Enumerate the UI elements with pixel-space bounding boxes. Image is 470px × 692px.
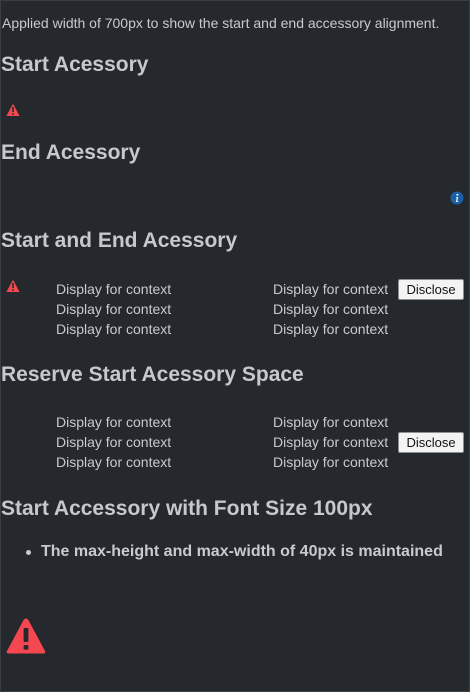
context-cell: Display for context (273, 414, 389, 430)
page-frame (0, 0, 470, 692)
context-cell: Display for context (56, 321, 172, 337)
list-bullet (26, 550, 31, 555)
warning-triangle-icon (6, 618, 46, 654)
context-cell: Display for context (56, 414, 172, 430)
context-cell: Display for context (273, 454, 389, 470)
context-cell: Display for context (56, 434, 172, 450)
section-title-start-accessory: Start Acessory (1, 53, 149, 76)
context-cell: Display for context (56, 301, 172, 317)
intro-text: Applied width of 700px to show the start… (2, 15, 440, 31)
list-item: The max-height and max-width of 40px is … (41, 543, 443, 560)
context-cell: Display for context (273, 301, 389, 317)
disclose-button[interactable]: Disclose (398, 432, 464, 453)
context-cell: Display for context (273, 434, 389, 450)
context-cell: Display for context (56, 454, 172, 470)
section-title-end-accessory: End Acessory (1, 141, 141, 164)
context-cell: Display for context (273, 321, 389, 337)
context-cell: Display for context (273, 281, 389, 297)
disclose-button[interactable]: Disclose (398, 279, 464, 300)
section-title-start-end-accessory: Start and End Acessory (1, 229, 238, 252)
section-title-font-size-100px: Start Accessory with Font Size 100px (1, 497, 373, 520)
warning-triangle-icon (6, 279, 20, 292)
section-title-reserve-start-space: Reserve Start Acessory Space (1, 363, 304, 386)
context-cell: Display for context (56, 281, 172, 297)
info-circle-icon (450, 191, 464, 205)
warning-triangle-icon (6, 103, 20, 116)
